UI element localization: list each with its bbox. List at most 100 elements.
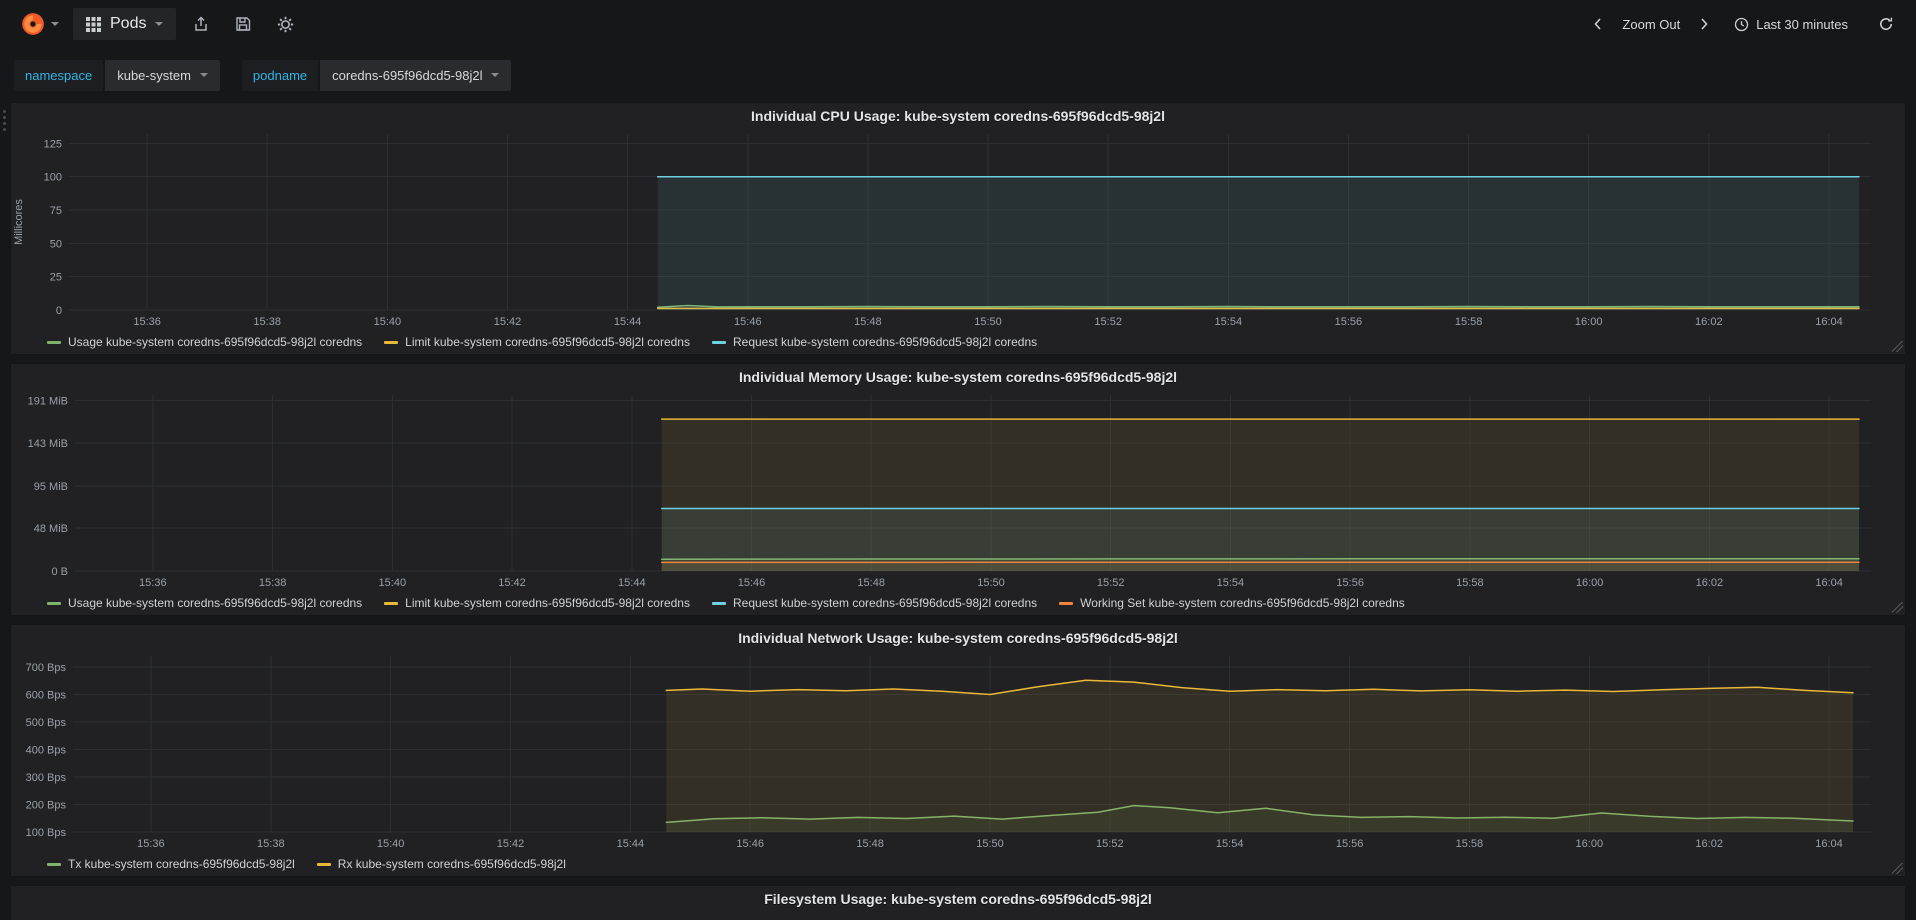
svg-text:191 MiB: 191 MiB bbox=[28, 395, 68, 407]
dashboards-grid-icon bbox=[86, 16, 101, 32]
legend-label: Request kube-system coredns-695f96dcd5-9… bbox=[732, 335, 1038, 349]
dashboard-picker[interactable]: Pods bbox=[73, 8, 177, 40]
panel-resize-handle[interactable] bbox=[1892, 602, 1903, 613]
panel-header: Filesystem Usage: kube-system coredns-69… bbox=[11, 886, 1905, 911]
navbar-left: Pods bbox=[14, 7, 303, 41]
dashboard-panels: Individual CPU Usage: kube-system coredn… bbox=[0, 102, 1916, 920]
legend-item[interactable]: Working Set kube-system coredns-695f96dc… bbox=[1059, 596, 1405, 610]
namespace-value: kube-system bbox=[117, 67, 191, 83]
variable-namespace: namespace kube-system bbox=[14, 59, 220, 91]
dashboard-title: Pods bbox=[110, 15, 147, 32]
svg-text:15:48: 15:48 bbox=[857, 577, 885, 589]
panel-title[interactable]: Individual CPU Usage: kube-system coredn… bbox=[751, 108, 1165, 124]
legend-item[interactable]: Tx kube-system coredns-695f96dcd5-98j2l bbox=[47, 857, 295, 871]
refresh-button[interactable] bbox=[1870, 10, 1902, 38]
cpu-usage-chart[interactable]: Millicores 15:36 15:38 15:40 15:42 15:44 15:46… bbox=[11, 128, 1905, 330]
variable-podname: podname coredns-695f96dcd5-98j2l bbox=[241, 59, 512, 91]
svg-text:300 Bps: 300 Bps bbox=[26, 772, 67, 784]
template-variables-bar: namespace kube-system podname coredns-69… bbox=[0, 48, 1916, 102]
svg-text:15:50: 15:50 bbox=[977, 577, 1005, 589]
svg-text:15:52: 15:52 bbox=[1097, 577, 1125, 589]
svg-text:15:56: 15:56 bbox=[1336, 577, 1364, 589]
panel-title[interactable]: Individual Memory Usage: kube-system cor… bbox=[739, 369, 1177, 385]
panel-title[interactable]: Individual Network Usage: kube-system co… bbox=[738, 630, 1178, 646]
svg-text:15:58: 15:58 bbox=[1456, 838, 1484, 850]
svg-text:500 Bps: 500 Bps bbox=[26, 717, 67, 729]
svg-text:15:50: 15:50 bbox=[974, 316, 1002, 328]
svg-text:15:40: 15:40 bbox=[379, 577, 407, 589]
navbar: Pods Zoom Out Last 30 minutes bbox=[0, 0, 1916, 48]
svg-text:15:38: 15:38 bbox=[253, 316, 281, 328]
time-range-picker[interactable]: Last 30 minutes bbox=[1724, 11, 1858, 38]
legend-item[interactable]: Rx kube-system coredns-695f96dcd5-98j2l bbox=[316, 857, 566, 871]
legend-item[interactable]: Limit kube-system coredns-695f96dcd5-98j… bbox=[384, 335, 690, 349]
series-color-mark bbox=[384, 340, 399, 344]
panel-filesystem-usage: Filesystem Usage: kube-system coredns-69… bbox=[10, 885, 1906, 920]
svg-text:100 Bps: 100 Bps bbox=[26, 827, 67, 839]
legend-item[interactable]: Request kube-system coredns-695f96dcd5-9… bbox=[711, 335, 1038, 349]
svg-text:95 MiB: 95 MiB bbox=[34, 481, 68, 493]
grafana-flame-icon bbox=[22, 13, 44, 35]
panel-title[interactable]: Filesystem Usage: kube-system coredns-69… bbox=[764, 891, 1152, 907]
panel-header: Individual CPU Usage: kube-system coredn… bbox=[11, 103, 1905, 128]
panel-header: Individual Memory Usage: kube-system cor… bbox=[11, 364, 1905, 389]
svg-text:48 MiB: 48 MiB bbox=[34, 523, 68, 535]
svg-text:15:40: 15:40 bbox=[374, 316, 402, 328]
svg-text:25: 25 bbox=[50, 272, 62, 284]
svg-text:15:40: 15:40 bbox=[377, 838, 405, 850]
time-range-label: Last 30 minutes bbox=[1756, 16, 1848, 32]
time-shift-back-button[interactable] bbox=[1582, 11, 1614, 37]
share-button[interactable] bbox=[184, 10, 218, 38]
legend-label: Limit kube-system coredns-695f96dcd5-98j… bbox=[405, 335, 690, 349]
namespace-select[interactable]: kube-system bbox=[105, 59, 220, 91]
legend-label: Usage kube-system coredns-695f96dcd5-98j… bbox=[68, 596, 363, 610]
svg-text:16:04: 16:04 bbox=[1815, 316, 1843, 328]
svg-text:16:00: 16:00 bbox=[1576, 838, 1604, 850]
svg-text:15:48: 15:48 bbox=[856, 838, 884, 850]
settings-button[interactable] bbox=[268, 10, 303, 39]
legend-label: Rx kube-system coredns-695f96dcd5-98j2l bbox=[337, 857, 566, 871]
time-shift-forward-button[interactable] bbox=[1688, 11, 1720, 37]
svg-text:15:50: 15:50 bbox=[976, 838, 1004, 850]
chevron-down-icon bbox=[51, 22, 59, 26]
svg-text:100: 100 bbox=[44, 172, 62, 184]
panel-resize-handle[interactable] bbox=[1892, 341, 1903, 352]
clock-icon bbox=[1735, 17, 1749, 31]
svg-text:15:56: 15:56 bbox=[1336, 838, 1364, 850]
legend-item[interactable]: Limit kube-system coredns-695f96dcd5-98j… bbox=[384, 596, 690, 610]
chevron-right-icon bbox=[1701, 18, 1708, 30]
legend-item[interactable]: Usage kube-system coredns-695f96dcd5-98j… bbox=[47, 335, 362, 349]
podname-value: coredns-695f96dcd5-98j2l bbox=[332, 67, 483, 83]
refresh-icon bbox=[1880, 17, 1893, 31]
chart-canvas: 15:36 15:38 15:40 15:42 15:44 15:46 15:48 15:50… bbox=[26, 656, 1871, 850]
svg-text:15:58: 15:58 bbox=[1456, 577, 1484, 589]
podname-select[interactable]: coredns-695f96dcd5-98j2l bbox=[320, 59, 512, 91]
svg-text:16:00: 16:00 bbox=[1576, 577, 1604, 589]
legend-label: Usage kube-system coredns-695f96dcd5-98j… bbox=[68, 335, 363, 349]
network-usage-chart[interactable]: 15:36 15:38 15:40 15:42 15:44 15:46 15:48 15:50… bbox=[11, 650, 1905, 852]
save-button[interactable] bbox=[226, 10, 260, 38]
filesystem-usage-chart[interactable] bbox=[11, 911, 1905, 920]
svg-text:Millicores: Millicores bbox=[13, 199, 25, 245]
memory-usage-chart[interactable]: 15:36 15:38 15:40 15:42 15:44 15:46 15:48 15:50… bbox=[11, 389, 1905, 591]
row-drag-handle[interactable] bbox=[3, 110, 6, 113]
chart-canvas: Millicores 15:36 15:38 15:40 15:42 15:44 15:46… bbox=[13, 134, 1871, 328]
series-color-mark bbox=[47, 862, 61, 866]
svg-text:15:44: 15:44 bbox=[618, 577, 646, 589]
grafana-logo[interactable] bbox=[14, 7, 65, 41]
podname-label: podname bbox=[241, 59, 319, 91]
svg-text:15:42: 15:42 bbox=[498, 577, 526, 589]
svg-text:125: 125 bbox=[44, 138, 62, 150]
chevron-down-icon bbox=[199, 73, 208, 77]
svg-text:15:44: 15:44 bbox=[617, 838, 645, 850]
legend-item[interactable]: Request kube-system coredns-695f96dcd5-9… bbox=[711, 596, 1037, 610]
panel-resize-handle[interactable] bbox=[1892, 863, 1903, 874]
series-color-mark bbox=[384, 601, 399, 605]
legend-item[interactable]: Usage kube-system coredns-695f96dcd5-98j… bbox=[47, 596, 362, 610]
chart-canvas: 15:36 15:38 15:40 15:42 15:44 15:46 15:48 15:50… bbox=[28, 395, 1871, 589]
zoom-out-button[interactable]: Zoom Out bbox=[1618, 11, 1684, 38]
svg-text:15:56: 15:56 bbox=[1335, 316, 1363, 328]
navbar-right: Zoom Out Last 30 minutes bbox=[1582, 10, 1902, 38]
svg-text:143 MiB: 143 MiB bbox=[28, 438, 68, 450]
svg-text:15:48: 15:48 bbox=[854, 316, 882, 328]
